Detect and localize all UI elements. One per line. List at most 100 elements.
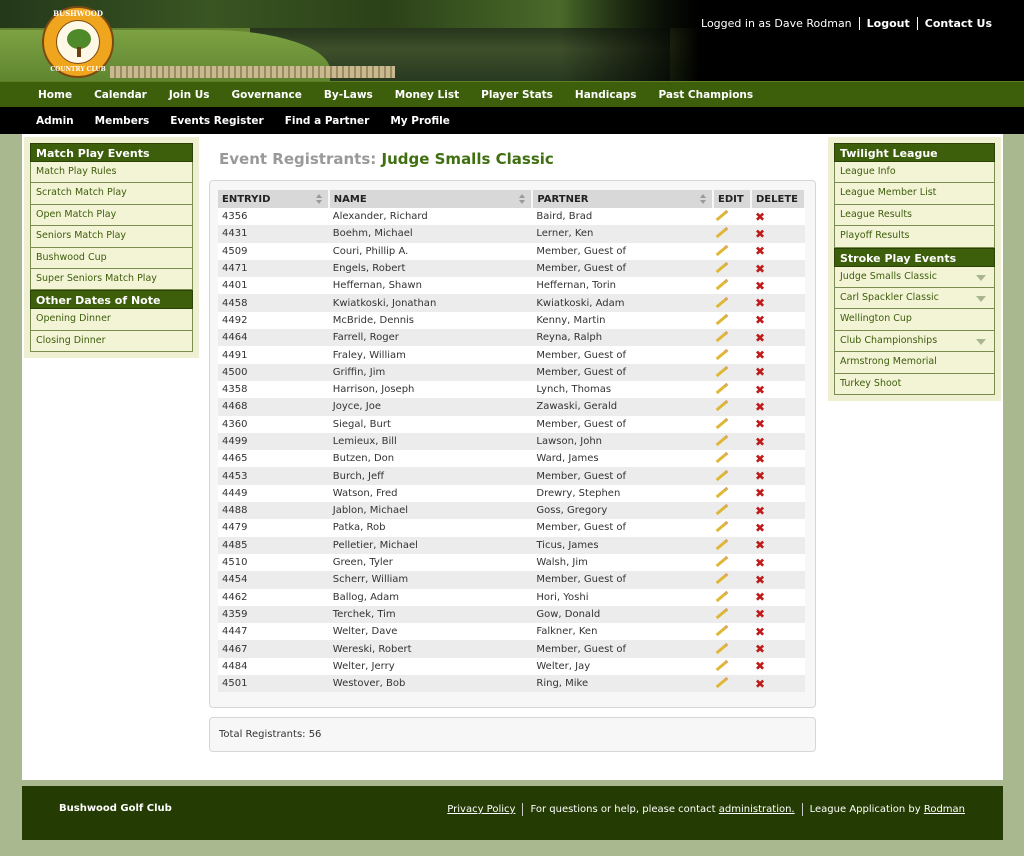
sidebar-item-wellington-cup[interactable]: Wellington Cup bbox=[834, 309, 995, 331]
pencil-icon[interactable] bbox=[715, 227, 729, 239]
pencil-icon[interactable] bbox=[715, 209, 729, 222]
nav-past-champions[interactable]: Past Champions bbox=[658, 89, 753, 101]
x-icon[interactable]: ✖ bbox=[755, 590, 765, 604]
nav-members[interactable]: Members bbox=[95, 115, 150, 127]
pencil-icon[interactable] bbox=[715, 659, 729, 672]
pencil-icon[interactable] bbox=[715, 331, 729, 343]
club-logo[interactable]: BUSHWOOD COUNTRY CLUB bbox=[42, 6, 114, 78]
pencil-icon[interactable] bbox=[715, 521, 729, 533]
pencil-icon[interactable] bbox=[715, 382, 729, 395]
x-icon[interactable]: ✖ bbox=[755, 313, 765, 327]
x-icon[interactable]: ✖ bbox=[755, 348, 765, 362]
pencil-icon[interactable] bbox=[715, 590, 729, 602]
sidebar-item-super-seniors-match-play[interactable]: Super Seniors Match Play bbox=[30, 268, 193, 291]
sidebar-item-scratch-match-play[interactable]: Scratch Match Play bbox=[30, 183, 193, 205]
pencil-icon[interactable] bbox=[715, 504, 729, 516]
x-icon[interactable]: ✖ bbox=[755, 486, 765, 500]
x-icon[interactable]: ✖ bbox=[755, 244, 765, 258]
col-partner-header[interactable]: PARTNER bbox=[532, 190, 715, 208]
sidebar-item-seniors-match-play[interactable]: Seniors Match Play bbox=[30, 226, 193, 248]
pencil-icon[interactable] bbox=[715, 400, 729, 412]
contact-us-link[interactable]: Contact Us bbox=[925, 17, 992, 30]
col-name-header[interactable]: NAME bbox=[328, 190, 534, 208]
privacy-policy-link[interactable]: Privacy Policy bbox=[447, 804, 515, 815]
pencil-icon[interactable] bbox=[715, 555, 729, 568]
x-icon[interactable]: ✖ bbox=[755, 435, 765, 449]
pencil-icon[interactable] bbox=[715, 625, 729, 637]
x-icon[interactable]: ✖ bbox=[755, 659, 765, 673]
nav-find-a-partner[interactable]: Find a Partner bbox=[285, 115, 370, 127]
pencil-icon[interactable] bbox=[715, 677, 729, 689]
x-icon[interactable]: ✖ bbox=[755, 365, 765, 379]
nav-by-laws[interactable]: By-Laws bbox=[324, 89, 373, 101]
sidebar-item-open-match-play[interactable]: Open Match Play bbox=[30, 204, 193, 227]
pencil-icon[interactable] bbox=[715, 279, 729, 291]
nav-money-list[interactable]: Money List bbox=[395, 89, 459, 101]
sidebar-item-armstrong-memorial[interactable]: Armstrong Memorial bbox=[834, 352, 995, 374]
x-icon[interactable]: ✖ bbox=[755, 642, 765, 656]
x-icon[interactable]: ✖ bbox=[755, 607, 765, 621]
x-icon[interactable]: ✖ bbox=[755, 556, 765, 570]
pencil-icon[interactable] bbox=[715, 261, 729, 274]
x-icon[interactable]: ✖ bbox=[755, 262, 765, 276]
pencil-icon[interactable] bbox=[715, 538, 729, 550]
nav-events-register[interactable]: Events Register bbox=[170, 115, 263, 127]
sidebar-item-judge-smalls-classic[interactable]: Judge Smalls Classic bbox=[834, 266, 995, 288]
pencil-icon[interactable] bbox=[715, 452, 729, 464]
pencil-icon[interactable] bbox=[715, 313, 729, 326]
pencil-icon[interactable] bbox=[715, 296, 729, 308]
sidebar-item-bushwood-cup[interactable]: Bushwood Cup bbox=[30, 247, 193, 269]
pencil-icon[interactable] bbox=[715, 348, 729, 360]
pencil-icon[interactable] bbox=[715, 469, 729, 481]
chevron-down-icon[interactable] bbox=[976, 338, 986, 345]
pencil-icon[interactable] bbox=[715, 365, 729, 377]
sidebar-item-closing-dinner[interactable]: Closing Dinner bbox=[30, 330, 193, 353]
logout-link[interactable]: Logout bbox=[867, 17, 910, 30]
sidebar-item-league-results[interactable]: League Results bbox=[834, 204, 995, 227]
x-icon[interactable]: ✖ bbox=[755, 452, 765, 466]
nav-join-us[interactable]: Join Us bbox=[169, 89, 210, 101]
x-icon[interactable]: ✖ bbox=[755, 400, 765, 414]
sidebar-item-club-championships[interactable]: Club Championships bbox=[834, 330, 995, 353]
sidebar-item-league-info[interactable]: League Info bbox=[834, 162, 995, 184]
chevron-down-icon[interactable] bbox=[976, 295, 986, 302]
pencil-icon[interactable] bbox=[715, 573, 729, 585]
x-icon[interactable]: ✖ bbox=[755, 227, 765, 241]
nav-calendar[interactable]: Calendar bbox=[94, 89, 147, 101]
nav-home[interactable]: Home bbox=[38, 89, 72, 101]
col-entryid-header[interactable]: ENTRYID bbox=[218, 190, 330, 208]
pencil-icon[interactable] bbox=[715, 642, 729, 654]
pencil-icon[interactable] bbox=[715, 244, 729, 256]
chevron-down-icon[interactable] bbox=[976, 274, 986, 281]
x-icon[interactable]: ✖ bbox=[755, 417, 765, 431]
administration-link[interactable]: administration. bbox=[719, 804, 795, 815]
sidebar-item-carl-spackler-classic[interactable]: Carl Spackler Classic bbox=[834, 287, 995, 310]
nav-player-stats[interactable]: Player Stats bbox=[481, 89, 553, 101]
x-icon[interactable]: ✖ bbox=[755, 521, 765, 535]
sidebar-item-opening-dinner[interactable]: Opening Dinner bbox=[30, 309, 193, 331]
x-icon[interactable]: ✖ bbox=[755, 279, 765, 293]
sidebar-item-match-play-rules[interactable]: Match Play Rules bbox=[30, 162, 193, 184]
x-icon[interactable]: ✖ bbox=[755, 210, 765, 224]
rodman-link[interactable]: Rodman bbox=[924, 804, 965, 815]
pencil-icon[interactable] bbox=[715, 486, 729, 499]
x-icon[interactable]: ✖ bbox=[755, 383, 765, 397]
pencil-icon[interactable] bbox=[715, 417, 729, 429]
nav-governance[interactable]: Governance bbox=[232, 89, 302, 101]
x-icon[interactable]: ✖ bbox=[755, 573, 765, 587]
x-icon[interactable]: ✖ bbox=[755, 504, 765, 518]
sidebar-item-playoff-results[interactable]: Playoff Results bbox=[834, 226, 995, 248]
sidebar-item-turkey-shoot[interactable]: Turkey Shoot bbox=[834, 373, 995, 395]
x-icon[interactable]: ✖ bbox=[755, 677, 765, 691]
x-icon[interactable]: ✖ bbox=[755, 469, 765, 483]
x-icon[interactable]: ✖ bbox=[755, 538, 765, 552]
nav-admin[interactable]: Admin bbox=[36, 115, 74, 127]
pencil-icon[interactable] bbox=[715, 434, 729, 447]
pencil-icon[interactable] bbox=[715, 607, 729, 620]
x-icon[interactable]: ✖ bbox=[755, 296, 765, 310]
x-icon[interactable]: ✖ bbox=[755, 331, 765, 345]
nav-handicaps[interactable]: Handicaps bbox=[575, 89, 637, 101]
nav-my-profile[interactable]: My Profile bbox=[390, 115, 450, 127]
x-icon[interactable]: ✖ bbox=[755, 625, 765, 639]
sidebar-item-league-member-list[interactable]: League Member List bbox=[834, 183, 995, 205]
